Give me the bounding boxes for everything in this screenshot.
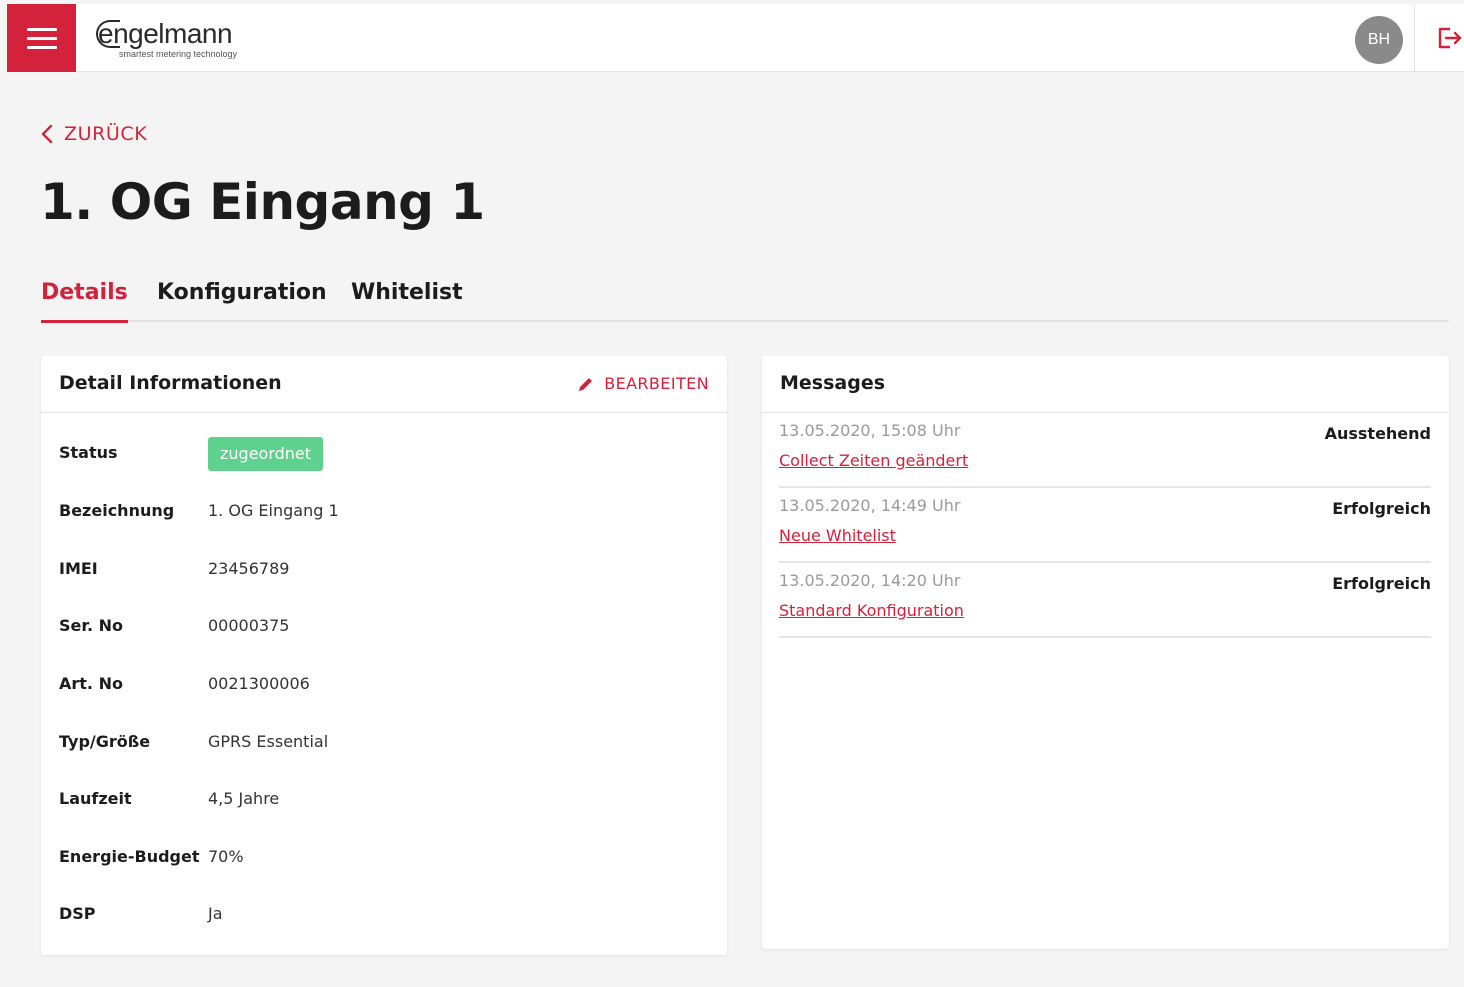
detail-row: Ser. No 00000375 [59, 612, 699, 642]
message-time: 13.05.2020, 15:08 Uhr [779, 421, 961, 440]
detail-row: Energie-Budget 70% [59, 843, 699, 873]
detail-label: Energie-Budget [59, 847, 200, 866]
detail-row: Laufzeit 4,5 Jahre [59, 785, 699, 815]
hamburger-menu-button[interactable] [7, 4, 76, 72]
detail-label: Bezeichnung [59, 501, 175, 520]
back-link[interactable]: ZURÜCK [40, 120, 147, 148]
tab-whitelist[interactable]: Whitelist [351, 272, 463, 322]
detail-label: Ser. No [59, 616, 124, 635]
detail-card-title: Detail Informationen [59, 372, 282, 394]
detail-row: Typ/Größe GPRS Essential [59, 728, 699, 758]
logout-icon [1438, 27, 1462, 49]
detail-label: Status [59, 443, 118, 462]
detail-value: Ja [208, 904, 223, 923]
top-bar: engelmann smartest metering technology B… [7, 4, 1464, 72]
menu-icon-line [26, 27, 57, 31]
detail-card: Detail Informationen BEARBEITEN Status z… [41, 356, 727, 955]
menu-icon-line [26, 45, 57, 49]
menu-icon-line [26, 36, 57, 40]
message-link[interactable]: Collect Zeiten geändert [779, 451, 968, 470]
detail-label: DSP [59, 904, 96, 923]
detail-label: Typ/Größe [59, 732, 151, 751]
engelmann-logo[interactable]: engelmann smartest metering technology [96, 18, 288, 62]
detail-value: 1. OG Eingang 1 [208, 501, 339, 520]
edit-button[interactable]: BEARBEITEN [577, 374, 709, 393]
message-status: Ausstehend [1324, 424, 1431, 443]
detail-label: IMEI [59, 559, 98, 578]
messages-card-header: Messages [762, 356, 1449, 413]
message-status: Erfolgreich [1332, 574, 1431, 593]
tab-details[interactable]: Details [41, 272, 128, 323]
tab-bar: Details Konfiguration Whitelist [41, 272, 1449, 323]
message-time: 13.05.2020, 14:49 Uhr [779, 496, 961, 515]
user-avatar[interactable]: BH [1355, 16, 1403, 64]
detail-value: 23456789 [208, 559, 290, 578]
message-item: 13.05.2020, 15:08 Uhr Collect Zeiten geä… [779, 413, 1431, 488]
page-title: 1. OG Eingang 1 [40, 173, 485, 231]
detail-card-header: Detail Informationen BEARBEITEN [41, 356, 727, 413]
detail-row: Art. No 0021300006 [59, 670, 699, 700]
detail-value: GPRS Essential [208, 732, 329, 751]
messages-card: Messages 13.05.2020, 15:08 Uhr Collect Z… [762, 356, 1449, 949]
detail-row: IMEI 23456789 [59, 555, 699, 585]
detail-row-status: Status zugeordnet [59, 437, 699, 471]
message-link[interactable]: Neue Whitelist [779, 526, 896, 545]
detail-label: Art. No [59, 674, 123, 693]
detail-row: DSP Ja [59, 900, 699, 930]
message-item: 13.05.2020, 14:20 Uhr Standard Konfigura… [779, 563, 1431, 638]
message-item: 13.05.2020, 14:49 Uhr Neue Whitelist Erf… [779, 488, 1431, 563]
detail-value: 0021300006 [208, 674, 310, 693]
message-status: Erfolgreich [1332, 499, 1431, 518]
detail-label: Laufzeit [59, 789, 132, 808]
back-label: ZURÜCK [64, 123, 148, 145]
messages-card-title: Messages [780, 372, 886, 394]
detail-value: 00000375 [208, 616, 290, 635]
pencil-icon [579, 377, 593, 391]
edit-label: BEARBEITEN [604, 374, 709, 393]
divider [1414, 4, 1415, 72]
message-link[interactable]: Standard Konfiguration [779, 601, 964, 620]
detail-value: 4,5 Jahre [208, 789, 280, 808]
message-time: 13.05.2020, 14:20 Uhr [779, 571, 961, 590]
logo-word: engelmann [98, 18, 233, 49]
chevron-left-icon [41, 124, 53, 144]
logo-tagline: smartest metering technology [119, 49, 238, 59]
tab-konfiguration[interactable]: Konfiguration [157, 272, 327, 322]
detail-row: Bezeichnung 1. OG Eingang 1 [59, 497, 699, 527]
status-badge: zugeordnet [208, 437, 324, 471]
detail-value: 70% [208, 847, 244, 866]
logout-button[interactable] [1435, 24, 1463, 52]
